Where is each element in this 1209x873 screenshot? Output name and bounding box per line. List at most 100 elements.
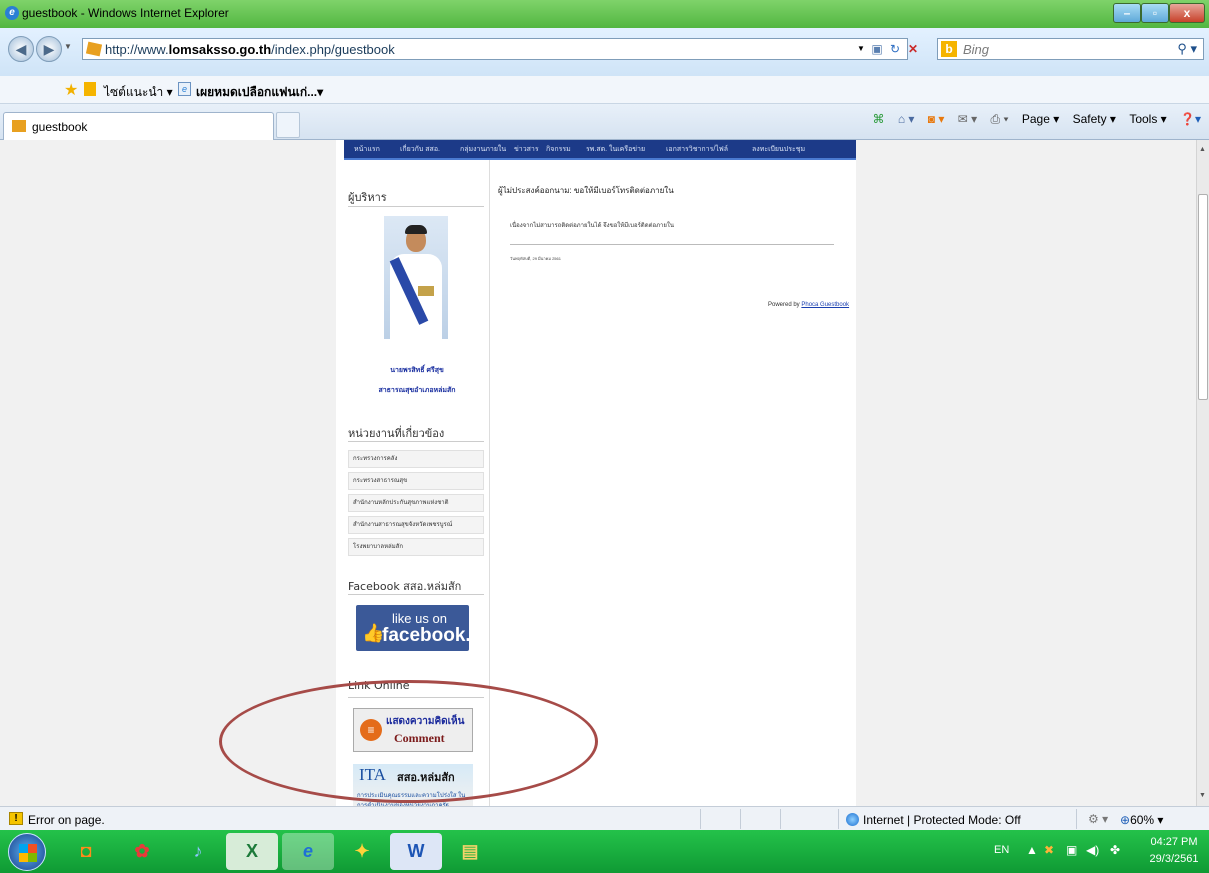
tab-label: guestbook	[32, 120, 88, 134]
search-icon[interactable]: ⚲ ▾	[1177, 41, 1197, 57]
related-link[interactable]: สำนักงานหลักประกันสุขภาพแห่งชาติ	[348, 494, 484, 512]
network-icon[interactable]: ▣	[1066, 843, 1077, 857]
divider	[348, 441, 484, 442]
director-name: นายพรสิทธิ์ ศรีสุข	[390, 367, 444, 374]
favorites-star-icon[interactable]: ★	[64, 80, 78, 100]
excel-icon[interactable]: X	[226, 833, 278, 870]
nav-item-groups[interactable]: กลุ่มงานภายใน	[460, 144, 506, 155]
ie-window: e guestbook - Windows Internet Explorer …	[0, 0, 1209, 873]
taskbar: ◘ ✿ ♪ X e ✦ W ▤ EN ▲ ✖ ▣ ◀) ✤ 04:27 PM 29…	[0, 830, 1209, 873]
mail-icon[interactable]: ✉ ▾	[958, 112, 977, 126]
nav-item-activities[interactable]: กิจกรรม	[546, 144, 571, 155]
maximize-button[interactable]: ▫	[1141, 3, 1169, 23]
bing-small-icon	[84, 82, 96, 96]
close-button[interactable]: x	[1169, 3, 1205, 23]
print-icon[interactable]: ⎙ ▾	[991, 112, 1009, 127]
nav-item-register[interactable]: ลงทะเบียนประชุม	[752, 144, 805, 155]
window-title: guestbook - Windows Internet Explorer	[22, 6, 229, 20]
ie-logo-icon: e	[5, 6, 19, 20]
magnifier-icon: ⊕	[1120, 813, 1131, 827]
web-slice-icon[interactable]: ⌘	[873, 112, 885, 126]
taskbar-app-icon[interactable]: ✿	[116, 833, 168, 870]
favorites-item-suggested[interactable]: ไซต์แนะนำ ▾	[104, 83, 173, 102]
tools-menu[interactable]: Tools ▾	[1129, 112, 1166, 126]
command-bar: ⌘ ⌂ ▾ ◙ ▾ ✉ ▾ ⎙ ▾ Page ▾ Safety ▾ Tools …	[863, 112, 1202, 134]
stop-icon[interactable]: ✕	[905, 41, 921, 57]
word-icon[interactable]: W	[390, 833, 442, 870]
site-favicon-icon	[85, 41, 103, 57]
status-bar: ! Error on page. Internet | Protected Mo…	[0, 806, 1209, 830]
related-heading: หน่วยงานที่เกี่ยวข้อง	[348, 427, 445, 440]
tray-app-icon[interactable]: ✤	[1110, 843, 1120, 857]
volume-icon[interactable]: ◀)	[1086, 843, 1099, 857]
vertical-scrollbar[interactable]: ▲ ▼	[1196, 140, 1209, 806]
nav-item-network[interactable]: รพ.สต. ในเครือข่าย	[586, 144, 645, 155]
page-menu[interactable]: Page ▾	[1022, 112, 1059, 126]
search-box[interactable]: b Bing ⚲ ▾	[937, 38, 1204, 60]
site-top-nav: หน้าแรก เกี่ยวกับ สสอ. กลุ่มงานภายใน ข่า…	[344, 140, 856, 160]
favorites-bar: ★ ไซต์แนะนำ ▾ e เผยหมดเปลือกแฟนเก่...▾	[0, 76, 1209, 104]
divider	[348, 206, 484, 207]
related-link[interactable]: สำนักงานสาธารณสุขจังหวัดเพชรบูรณ์	[348, 516, 484, 534]
taskbar-app-icon[interactable]: ✦	[336, 833, 388, 870]
fb-line2: facebook.	[382, 625, 471, 646]
facebook-like-banner[interactable]: 👍 like us on facebook.	[356, 605, 471, 651]
taskbar-app-icon[interactable]: ♪	[172, 833, 224, 870]
favorites-item-link[interactable]: เผยหมดเปลือกแฟนเก่...▾	[196, 83, 323, 102]
back-icon[interactable]: ◀	[8, 36, 34, 62]
globe-icon	[846, 813, 859, 826]
related-link[interactable]: โรงพยาบาลหล่มสัก	[348, 538, 484, 556]
navigation-bar: ◀ ▶ ▼ http://www.lomsaksso.go.th/index.p…	[0, 28, 1209, 76]
security-zone[interactable]: Internet | Protected Mode: Off	[846, 813, 1021, 827]
internet-explorer-icon[interactable]: e	[282, 833, 334, 870]
entry-body: เนื่องจากไม่สามารถติดต่อภายในได้ จึงขอให…	[510, 223, 674, 229]
new-tab-button[interactable]	[276, 112, 300, 138]
compatibility-view-icon[interactable]: ▣	[869, 41, 885, 57]
divider	[348, 594, 484, 595]
feeds-icon[interactable]: ◙ ▾	[928, 112, 945, 126]
address-bar[interactable]: http://www.lomsaksso.go.th/index.php/gue…	[82, 38, 918, 60]
tab-favicon-icon	[12, 120, 26, 132]
nav-item-news[interactable]: ข่าวสาร	[514, 144, 539, 155]
tray-app-icon[interactable]: ✖	[1044, 843, 1054, 857]
related-link[interactable]: กระทรวงการคลัง	[348, 450, 484, 468]
error-text[interactable]: Error on page.	[28, 813, 105, 827]
taskbar-app-icon[interactable]: ◘	[60, 833, 112, 870]
entry-title: ผู้ไม่ประสงค์ออกนาม: ขอให้มีเบอร์โทรติดต…	[498, 186, 674, 195]
help-icon[interactable]: ❓▾	[1180, 112, 1201, 126]
nav-item-documents[interactable]: เอกสารวิชาการ/ไฟล์	[666, 144, 728, 155]
address-url: http://www.lomsaksso.go.th/index.php/gue…	[105, 42, 395, 57]
phoca-link[interactable]: Phoca Guestbook	[801, 302, 849, 308]
minimize-button[interactable]: –	[1113, 3, 1141, 23]
director-position: สาธารณสุขอำเภอหล่มสัก	[378, 387, 456, 394]
annotation-ellipse	[219, 680, 598, 803]
nav-item-about[interactable]: เกี่ยวกับ สสอ.	[400, 144, 440, 155]
clock[interactable]: 04:27 PM 29/3/2561	[1144, 834, 1204, 868]
history-dropdown-icon[interactable]: ▼	[64, 42, 72, 51]
title-bar: e guestbook - Windows Internet Explorer …	[0, 0, 1209, 28]
refresh-icon[interactable]: ↻	[887, 41, 903, 57]
start-button[interactable]	[8, 833, 46, 871]
protected-mode-icon[interactable]: ⚙ ▾	[1088, 812, 1108, 826]
forward-icon[interactable]: ▶	[36, 36, 62, 62]
zoom-level[interactable]: ⊕60% ▾	[1120, 813, 1163, 827]
file-explorer-icon[interactable]: ▤	[444, 833, 496, 870]
nav-item-home[interactable]: หน้าแรก	[354, 144, 380, 155]
related-link[interactable]: กระทรวงสาธารณสุข	[348, 472, 484, 490]
entry-date: วันพฤหัสบดี, 29 มีนาคม 2561	[510, 256, 561, 261]
page-viewport: หน้าแรก เกี่ยวกับ สสอ. กลุ่มงานภายใน ข่า…	[0, 140, 1196, 806]
scroll-thumb[interactable]	[1198, 194, 1208, 400]
system-tray: EN ▲ ✖ ▣ ◀) ✤ 04:27 PM 29/3/2561	[994, 830, 1209, 873]
facebook-heading: Facebook สสอ.หล่มสัก	[348, 580, 462, 593]
warning-icon[interactable]: !	[9, 812, 23, 825]
powered-by: Powered by Phoca Guestbook	[768, 302, 850, 308]
scroll-up-icon[interactable]: ▲	[1199, 146, 1206, 153]
scroll-down-icon[interactable]: ▼	[1199, 792, 1206, 799]
language-indicator[interactable]: EN	[994, 844, 1009, 856]
divider	[510, 244, 834, 245]
safety-menu[interactable]: Safety ▾	[1073, 112, 1116, 126]
home-icon[interactable]: ⌂ ▾	[898, 112, 915, 126]
show-hidden-icons-icon[interactable]: ▲	[1026, 843, 1038, 857]
address-dropdown-icon[interactable]: ▼	[853, 41, 869, 57]
tab-guestbook[interactable]: guestbook	[3, 112, 274, 140]
